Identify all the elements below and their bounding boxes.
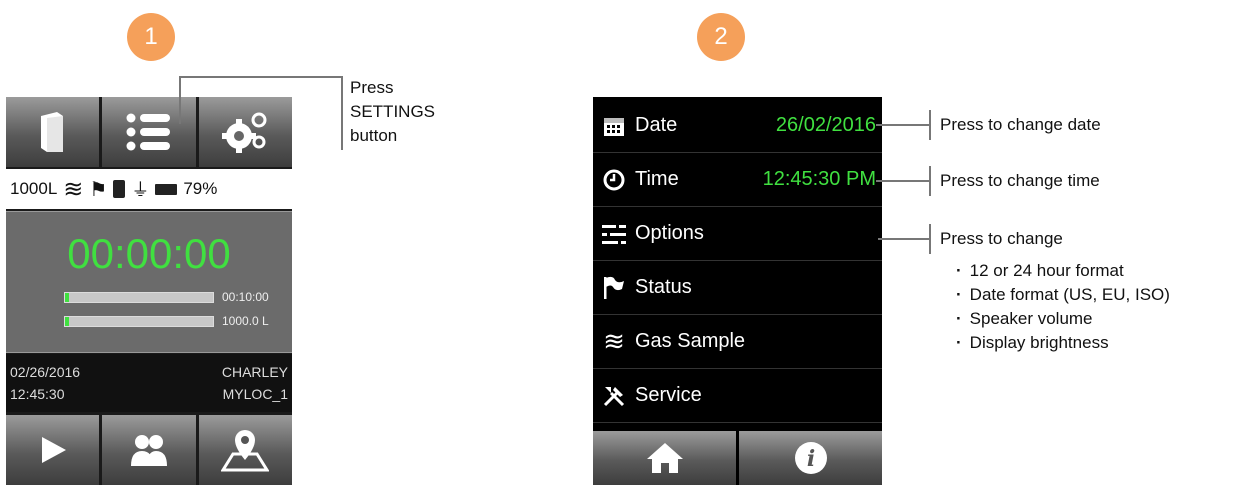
callout-connector-line	[179, 76, 342, 78]
volume-target-label: 1000.0 L	[222, 314, 269, 328]
callout-connector-line	[876, 180, 929, 182]
play-icon	[41, 437, 66, 463]
status-bar: 1000L ≋ ⚑ ⏚ 79%	[6, 169, 292, 209]
flag-icon	[604, 276, 624, 299]
bottom-button-bar: i	[593, 431, 882, 485]
logbook-button[interactable]	[6, 97, 100, 167]
volume-readout: 1000L	[10, 179, 58, 198]
device-home-screen: 1000L ≋ ⚑ ⏚ 79% 00:00:00 00:10:00 1000.0…	[6, 97, 292, 485]
date-callout-text: Press to change date	[940, 115, 1101, 134]
elapsed-timer: 00:00:00	[67, 230, 231, 277]
menu-item-status[interactable]: Status	[593, 261, 882, 315]
step-2-badge: 2	[697, 13, 745, 61]
map-pin-icon	[221, 430, 270, 472]
time-callout-text: Press to change time	[940, 171, 1100, 190]
users-icon	[130, 435, 167, 466]
bullet-item: Speaker volume	[956, 307, 1170, 331]
top-button-bar	[6, 97, 292, 167]
info-button[interactable]: i	[739, 431, 882, 485]
menu-item-date[interactable]: Date 26/02/2016	[593, 99, 882, 153]
list-icon	[126, 113, 170, 151]
sliders-icon	[602, 223, 626, 245]
menu-item-label: Time	[635, 168, 679, 190]
menu-item-time[interactable]: Time 12:45:30 PM	[593, 153, 882, 207]
time-progress-bar	[64, 292, 214, 303]
configuration-button[interactable]	[198, 97, 292, 167]
menu-item-label: Options	[635, 222, 704, 244]
tools-icon	[603, 386, 625, 406]
step-1-badge: 1	[127, 13, 175, 61]
volume-progress-fill	[65, 317, 70, 326]
bullet-item: Date format (US, EU, ISO)	[956, 283, 1170, 307]
menu-item-service[interactable]: Service	[593, 369, 882, 423]
battery-icon	[155, 183, 178, 195]
info-user: CHARLEY	[221, 364, 288, 380]
timer-panel: 00:00:00 00:10:00 1000.0 L	[6, 211, 292, 353]
home-button[interactable]	[593, 431, 736, 485]
options-callout-text: Press to change	[940, 229, 1063, 248]
calendar-icon	[604, 117, 624, 136]
gears-icon	[222, 112, 267, 153]
svg-text:i: i	[806, 446, 814, 472]
time-target-label: 00:10:00	[222, 290, 269, 304]
bottom-button-bar	[6, 415, 292, 485]
gas-flow-icon: ≋	[63, 175, 84, 203]
menu-item-gas-sample[interactable]: ≋ Gas Sample	[593, 315, 882, 369]
time-progress-fill	[65, 293, 70, 302]
settings-button[interactable]	[102, 97, 196, 167]
bullet-item: 12 or 24 hour format	[956, 259, 1170, 283]
callout-connector-line	[929, 224, 931, 254]
callout-connector-line	[929, 110, 931, 140]
callout-connector-line	[341, 76, 343, 150]
date-value: 26/02/2016	[775, 114, 876, 136]
book-icon	[40, 112, 63, 152]
flag-icon: ⚑	[89, 178, 108, 201]
clock-icon	[603, 169, 625, 190]
users-button[interactable]	[102, 415, 196, 485]
menu-item-label: Service	[635, 384, 702, 406]
info-panel: 02/26/2016 12:45:30 CHARLEY MYLOC_1	[6, 354, 292, 412]
settings-callout-text: Press SETTINGS button	[350, 78, 436, 145]
options-bullet-list: 12 or 24 hour format Date format (US, EU…	[956, 259, 1170, 355]
usb-drive-icon	[113, 180, 126, 198]
volume-progress-bar	[64, 316, 214, 327]
menu-item-label: Status	[635, 276, 692, 298]
info-location: MYLOC_1	[222, 386, 288, 402]
info-date: 02/26/2016	[10, 364, 81, 380]
menu-item-label: Gas Sample	[635, 330, 746, 352]
location-button[interactable]	[198, 415, 292, 485]
waves-icon: ≋	[603, 326, 625, 356]
callout-connector-line	[929, 166, 931, 196]
callout-connector-line	[878, 238, 929, 240]
start-button[interactable]	[6, 415, 100, 485]
power-plug-icon: ⏚	[131, 180, 150, 200]
info-icon: i	[794, 442, 827, 474]
callout-connector-line	[876, 124, 929, 126]
menu-item-options[interactable]: Options	[593, 207, 882, 261]
battery-percent: 79%	[183, 179, 218, 198]
callout-connector-line	[179, 76, 181, 124]
time-value: 12:45:30 PM	[762, 168, 876, 190]
device-settings-screen: Date 26/02/2016 Time 12:45:30 PM Options…	[593, 97, 882, 485]
info-time: 12:45:30	[10, 386, 65, 402]
home-icon	[646, 443, 683, 473]
bullet-item: Display brightness	[956, 331, 1170, 355]
menu-item-label: Date	[635, 114, 678, 136]
